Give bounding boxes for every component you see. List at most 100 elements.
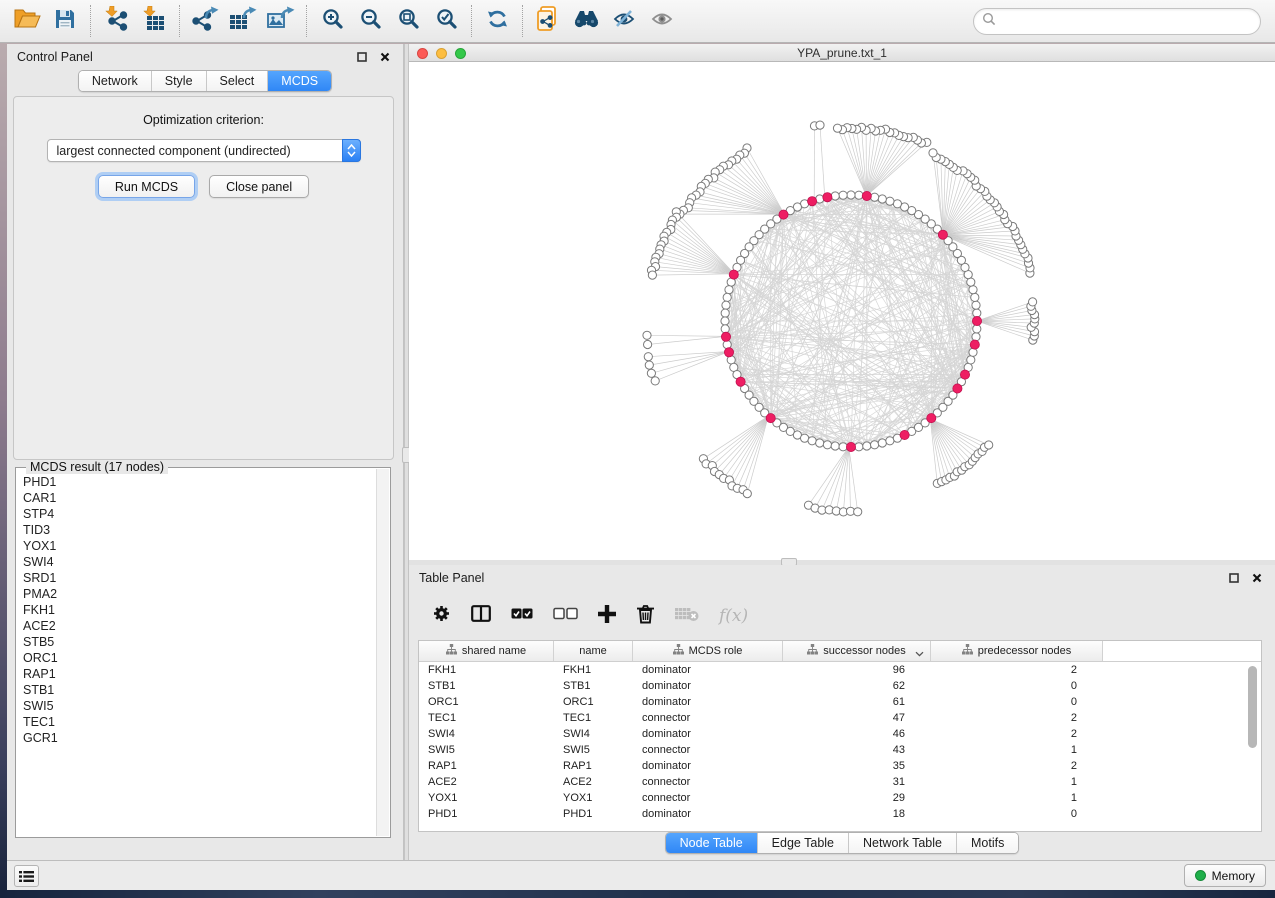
result-list-item[interactable]: ORC1 xyxy=(23,650,376,666)
graph-node[interactable] xyxy=(855,191,863,199)
table-row[interactable]: SWI5SWI5connector431 xyxy=(419,742,1261,758)
graph-hub-node[interactable] xyxy=(721,332,730,341)
graph-node[interactable] xyxy=(985,441,993,449)
tab-network[interactable]: Network xyxy=(79,71,152,91)
graph-node[interactable] xyxy=(801,434,809,442)
result-list-item[interactable]: SRD1 xyxy=(23,570,376,586)
graph-node[interactable] xyxy=(855,443,863,451)
graph-hub-node[interactable] xyxy=(862,191,871,200)
graph-hub-node[interactable] xyxy=(808,197,817,206)
graph-node[interactable] xyxy=(721,325,729,333)
graph-hub-node[interactable] xyxy=(736,377,745,386)
result-list-item[interactable]: PHD1 xyxy=(23,474,376,490)
graph-hub-node[interactable] xyxy=(779,210,788,219)
table-row[interactable]: TEC1TEC1connector472 xyxy=(419,710,1261,726)
column-header-predecessor-nodes[interactable]: predecessor nodes xyxy=(931,641,1103,661)
column-header-successor-nodes[interactable]: successor nodes xyxy=(783,641,931,661)
graph-node[interactable] xyxy=(643,331,651,339)
result-list-item[interactable]: ACE2 xyxy=(23,618,376,634)
graph-node[interactable] xyxy=(863,442,871,450)
close-panel-icon[interactable] xyxy=(377,49,393,65)
graph-node[interactable] xyxy=(969,286,977,294)
graph-node[interactable] xyxy=(854,508,862,516)
zoom-out-button[interactable] xyxy=(351,3,389,39)
criterion-select[interactable]: largest connected component (undirected) xyxy=(47,139,361,162)
graph-hub-node[interactable] xyxy=(766,414,775,423)
graph-hub-node[interactable] xyxy=(938,230,947,239)
memory-button[interactable]: Memory xyxy=(1184,864,1266,887)
close-panel-icon[interactable] xyxy=(1249,570,1265,586)
export-network-button[interactable] xyxy=(186,3,224,39)
graph-node[interactable] xyxy=(886,437,894,445)
graph-node[interactable] xyxy=(743,490,751,498)
graph-node[interactable] xyxy=(871,193,879,201)
graph-node[interactable] xyxy=(722,301,730,309)
tab-style[interactable]: Style xyxy=(152,71,207,91)
table-row[interactable]: STB1STB1dominator620 xyxy=(419,678,1261,694)
result-list-item[interactable]: STB1 xyxy=(23,682,376,698)
network-canvas[interactable] xyxy=(409,62,1275,560)
result-scrollbar[interactable] xyxy=(376,469,389,836)
table-row[interactable]: ACE2ACE2connector311 xyxy=(419,774,1261,790)
hide-selected-button[interactable] xyxy=(605,3,643,39)
graph-node[interactable] xyxy=(721,309,729,317)
graph-node[interactable] xyxy=(721,317,729,325)
graph-node[interactable] xyxy=(972,301,980,309)
close-panel-button[interactable]: Close panel xyxy=(209,175,309,198)
close-window-button[interactable] xyxy=(417,48,428,59)
graph-node[interactable] xyxy=(808,437,816,445)
graph-node[interactable] xyxy=(973,309,981,317)
graph-hub-node[interactable] xyxy=(900,430,909,439)
tab-motifs[interactable]: Motifs xyxy=(957,833,1018,853)
tab-node-table[interactable]: Node Table xyxy=(666,833,758,853)
save-session-button[interactable] xyxy=(46,3,84,39)
result-list-item[interactable]: GCR1 xyxy=(23,730,376,746)
graph-hub-node[interactable] xyxy=(970,340,979,349)
export-image-button[interactable] xyxy=(262,3,300,39)
result-list-item[interactable]: SWI4 xyxy=(23,554,376,570)
graph-node[interactable] xyxy=(1029,298,1037,306)
graph-hub-node[interactable] xyxy=(724,348,733,357)
delete-column-button[interactable] xyxy=(636,604,655,629)
graph-node[interactable] xyxy=(647,369,655,377)
split-panel-button[interactable] xyxy=(471,605,491,627)
export-table-button[interactable] xyxy=(224,3,262,39)
graph-node[interactable] xyxy=(839,191,847,199)
graph-node[interactable] xyxy=(967,278,975,286)
show-all-button[interactable] xyxy=(643,3,681,39)
table-row[interactable]: ORC1ORC1dominator610 xyxy=(419,694,1261,710)
graph-node[interactable] xyxy=(929,149,937,157)
tab-network-table[interactable]: Network Table xyxy=(849,833,957,853)
graph-hub-node[interactable] xyxy=(729,270,738,279)
graph-node[interactable] xyxy=(971,293,979,301)
graph-hub-node[interactable] xyxy=(823,193,832,202)
float-panel-icon[interactable] xyxy=(1226,570,1242,586)
deselect-all-button[interactable] xyxy=(553,607,578,625)
import-network-button[interactable] xyxy=(97,3,135,39)
graph-node[interactable] xyxy=(816,121,824,129)
run-mcds-button[interactable]: Run MCDS xyxy=(98,175,195,198)
search-network-button[interactable] xyxy=(567,3,605,39)
add-column-button[interactable] xyxy=(598,605,616,628)
result-list-item[interactable]: STP4 xyxy=(23,506,376,522)
graph-node[interactable] xyxy=(816,439,824,447)
graph-node[interactable] xyxy=(871,441,879,449)
graph-node[interactable] xyxy=(823,441,831,449)
import-table-button[interactable] xyxy=(135,3,173,39)
result-list-item[interactable]: TEC1 xyxy=(23,714,376,730)
result-list-item[interactable]: STB5 xyxy=(23,634,376,650)
graph-node[interactable] xyxy=(973,325,981,333)
table-row[interactable]: FKH1FKH1dominator962 xyxy=(419,662,1261,678)
graph-node[interactable] xyxy=(967,356,975,364)
result-list-item[interactable]: CAR1 xyxy=(23,490,376,506)
search-input[interactable] xyxy=(996,12,1260,32)
graph-node[interactable] xyxy=(839,443,847,451)
graph-node[interactable] xyxy=(651,377,659,385)
network-search-field[interactable] xyxy=(973,8,1261,35)
float-panel-icon[interactable] xyxy=(354,49,370,65)
table-scrollbar[interactable] xyxy=(1248,665,1258,827)
result-list-item[interactable]: PMA2 xyxy=(23,586,376,602)
column-header-MCDS-role[interactable]: MCDS role xyxy=(633,641,783,661)
graph-node[interactable] xyxy=(847,191,855,199)
minimize-window-button[interactable] xyxy=(436,48,447,59)
